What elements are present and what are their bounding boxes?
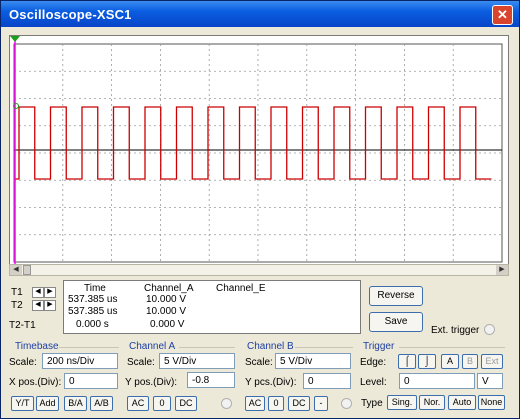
falling-edge-icon[interactable]: ⌡ xyxy=(418,354,436,369)
mode-yt-button[interactable]: Y/T xyxy=(11,396,34,411)
trigger-level-label: Level: xyxy=(360,377,387,388)
channel-a-zero-button[interactable]: 0 xyxy=(153,396,171,411)
channel-b-title: Channel B xyxy=(247,341,294,352)
oscilloscope-screen xyxy=(9,35,509,273)
waveform-display xyxy=(10,36,503,272)
t1-left-arrow-icon[interactable]: ◀ xyxy=(32,287,44,298)
trigger-source-a-button[interactable]: A xyxy=(441,354,459,369)
timebase-scale-input[interactable]: 200 ns/Div xyxy=(42,353,118,369)
timebase-scale-label: Scale: xyxy=(9,357,37,368)
readout-t2-channel-a: 10.000 V xyxy=(146,306,187,317)
trigger-title: Trigger xyxy=(363,341,395,352)
cursor-readout-table: Time Channel_A Channel_E 537.385 us 10.0… xyxy=(63,280,361,334)
readout-t2-time: 537.385 us xyxy=(68,306,118,317)
trigger-auto-button[interactable]: Auto xyxy=(448,395,476,410)
trigger-source-b-button[interactable]: B xyxy=(462,354,478,369)
timebase-xpos-input[interactable]: 0 xyxy=(64,373,118,389)
channel-b-terminal[interactable] xyxy=(341,398,352,409)
channel-b-scale-input[interactable]: 5 V/Div xyxy=(275,353,351,369)
trigger-level-input[interactable]: 0 xyxy=(399,373,475,389)
channel-b-negative-button[interactable]: - xyxy=(314,396,328,411)
trigger-type-label: Type xyxy=(361,398,383,409)
channel-a-title: Channel A xyxy=(129,341,176,352)
scroll-right-arrow-icon[interactable]: ▶ xyxy=(496,265,508,275)
timebase-xpos-label: X pos.(Div): xyxy=(9,377,62,388)
trigger-source-ext-button[interactable]: Ext xyxy=(481,354,503,369)
ext-trigger-label: Ext. trigger xyxy=(431,325,480,336)
trigger-level-unit[interactable]: V xyxy=(477,373,503,389)
channel-a-terminal[interactable] xyxy=(221,398,232,409)
channel-b-scale-label: Scale: xyxy=(245,357,273,368)
reverse-button[interactable]: Reverse xyxy=(369,286,423,306)
channel-b-ypos-label: Y pcs.(Div): xyxy=(245,377,297,388)
mode-ba-button[interactable]: B/A xyxy=(64,396,87,411)
trigger-divider xyxy=(399,347,505,348)
window-title: Oscilloscope-XSC1 xyxy=(9,7,132,22)
save-button[interactable]: Save xyxy=(369,312,423,332)
readout-delta-channel-a: 0.000 V xyxy=(150,319,185,330)
channel-a-ypos-input[interactable]: -0.8 xyxy=(187,372,235,388)
readout-t1-time: 537.385 us xyxy=(68,294,118,305)
channel-a-scale-label: Scale: xyxy=(127,357,155,368)
t2-left-arrow-icon[interactable]: ◀ xyxy=(32,300,44,311)
channel-b-zero-button[interactable]: 0 xyxy=(268,396,284,411)
ext-trigger-terminal[interactable] xyxy=(484,324,495,335)
channel-a-ac-button[interactable]: AC xyxy=(127,396,149,411)
title-bar[interactable]: Oscilloscope-XSC1 ✕ xyxy=(1,1,519,27)
t2-t1-label: T2-T1 xyxy=(9,320,36,331)
readout-header-channel-b: Channel_E xyxy=(216,283,266,294)
time-scrollbar[interactable]: ◀ ▶ xyxy=(9,264,509,276)
readout-header-channel-a: Channel_A xyxy=(144,283,194,294)
trigger-single-button[interactable]: Sing. xyxy=(387,395,417,410)
trigger-none-button[interactable]: None xyxy=(478,395,505,410)
oscilloscope-window: Oscilloscope-XSC1 ✕ ◀ ▶ T1 T2 T2-T1 ◀ ▶ … xyxy=(0,0,520,419)
channel-a-scale-input[interactable]: 5 V/Div xyxy=(159,353,235,369)
readout-header-time: Time xyxy=(84,283,106,294)
scroll-thumb[interactable] xyxy=(23,265,31,275)
channel-a-dc-button[interactable]: DC xyxy=(175,396,197,411)
timebase-title: Timebase xyxy=(15,341,59,352)
t2-right-arrow-icon[interactable]: ▶ xyxy=(44,300,56,311)
mode-add-button[interactable]: Add xyxy=(36,396,59,411)
cursor-t1-marker-icon xyxy=(10,36,20,42)
readout-t1-channel-a: 10.000 V xyxy=(146,294,187,305)
mode-ab-button[interactable]: A/B xyxy=(90,396,113,411)
timebase-divider xyxy=(59,347,119,348)
channel-b-dc-button[interactable]: DC xyxy=(288,396,310,411)
readout-delta-time: 0.000 s xyxy=(76,319,109,330)
channel-b-divider xyxy=(295,347,353,348)
t1-label: T1 xyxy=(11,287,23,298)
trigger-edge-label: Edge: xyxy=(360,357,387,368)
t1-right-arrow-icon[interactable]: ▶ xyxy=(44,287,56,298)
channel-b-ac-button[interactable]: AC xyxy=(245,396,265,411)
t2-label: T2 xyxy=(11,300,23,311)
channel-b-ypos-input[interactable]: 0 xyxy=(303,373,351,389)
close-button[interactable]: ✕ xyxy=(492,5,513,25)
channel-a-ypos-label: Y pos.(Div): xyxy=(125,377,178,388)
scroll-left-arrow-icon[interactable]: ◀ xyxy=(10,265,22,275)
rising-edge-icon[interactable]: ⌠ xyxy=(398,354,416,369)
trigger-normal-button[interactable]: Nor. xyxy=(419,395,445,410)
channel-a-divider xyxy=(179,347,235,348)
